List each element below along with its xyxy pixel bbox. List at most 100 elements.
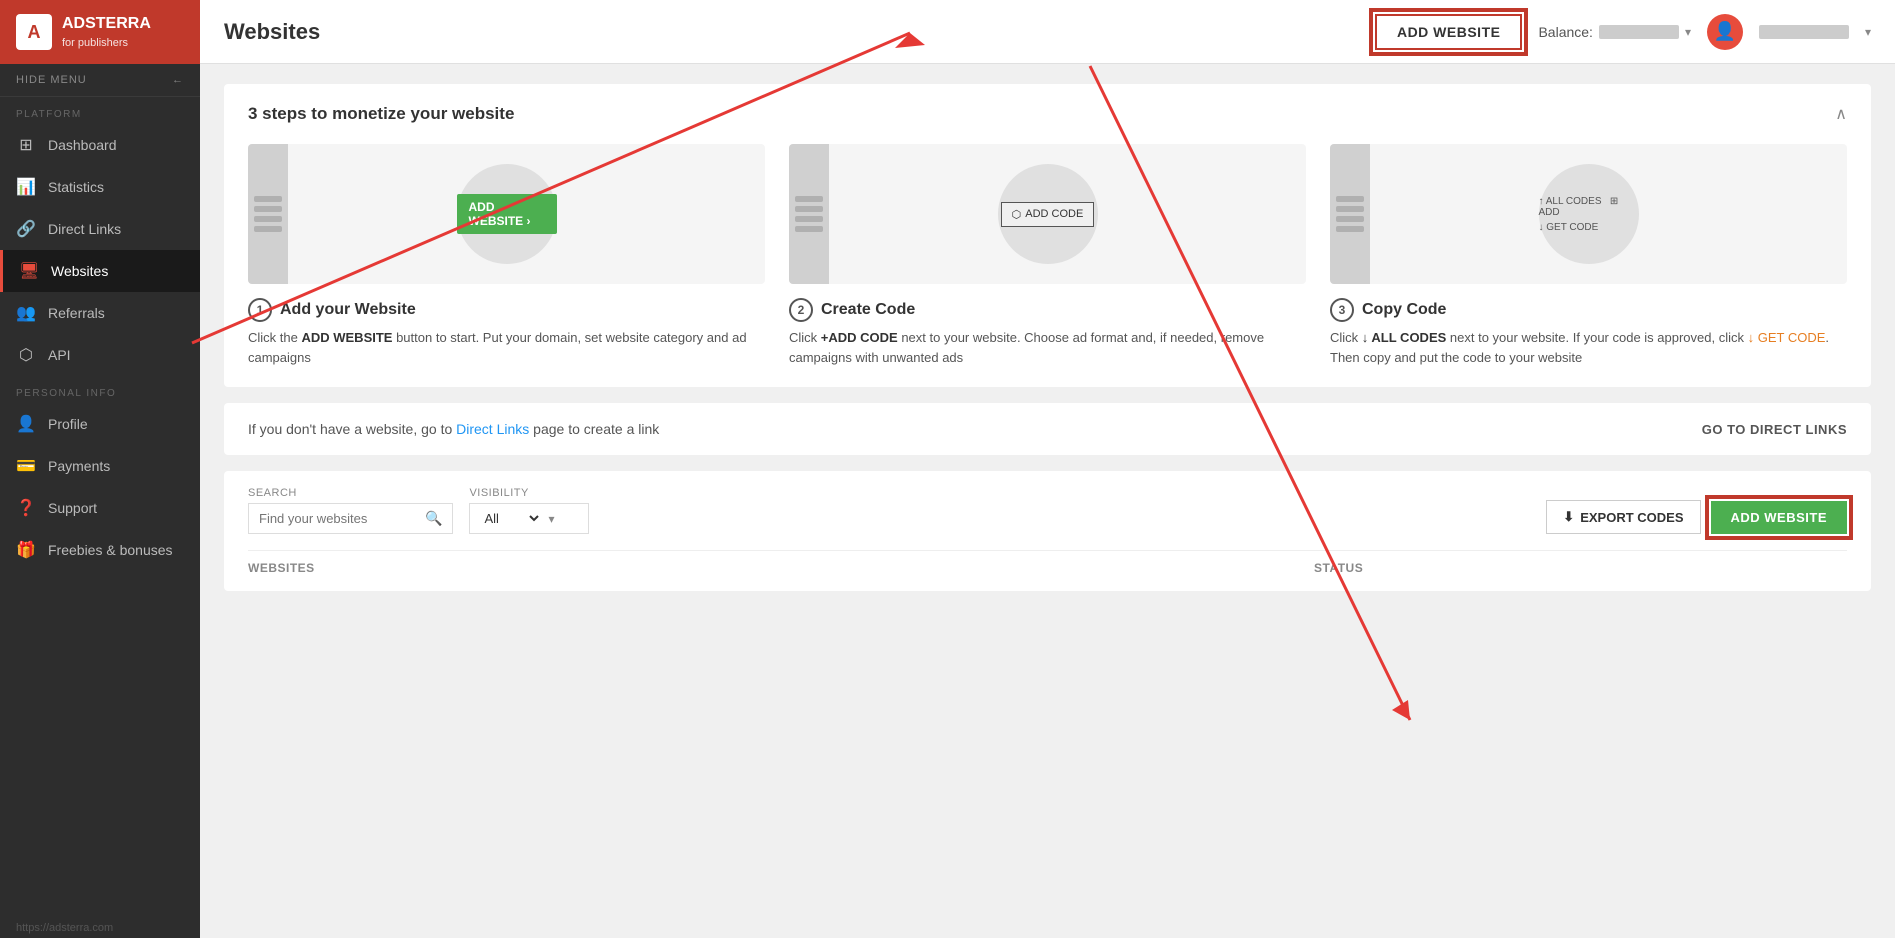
sidebar-item-label: Websites [51, 263, 108, 279]
sidebar: A ADSTERRA for publishers HIDE MENU ← PL… [0, 0, 200, 938]
header: Websites ADD WEBSITE Balance: ▾ 👤 ▾ [200, 0, 1895, 64]
platform-section-label: PLATFORM [0, 97, 200, 124]
collapse-icon[interactable]: ∧ [1835, 104, 1847, 124]
freebies-icon: 🎁 [16, 540, 36, 560]
sidebar-item-label: Direct Links [48, 221, 121, 237]
step-1-name: Add your Website [280, 301, 416, 319]
step-3-bg [1330, 144, 1370, 284]
step-1-number-row: 1 Add your Website [248, 298, 416, 322]
sidebar-item-referrals[interactable]: 👥 Referrals [0, 292, 200, 334]
table-header-row: Websites Status [248, 550, 1847, 575]
filter-actions: ⬇ EXPORT CODES ADD WEBSITE [1546, 500, 1847, 534]
step-2: ⬡ ADD CODE 2 Create Code Click +ADD CODE… [789, 144, 1306, 367]
search-icon: 🔍 [425, 510, 442, 527]
sidebar-item-profile[interactable]: 👤 Profile [0, 403, 200, 445]
col-websites-header: Websites [248, 561, 1314, 575]
step-3-illustration: ↑ ALL CODES ⊞ ADD ↓ GET CODE [1330, 144, 1847, 284]
visibility-dropdown-icon: ▾ [548, 512, 554, 526]
step-2-add-code-btn: ⬡ ADD CODE [1001, 202, 1095, 227]
notice-text: If you don't have a website, go to Direc… [248, 421, 659, 437]
referrals-icon: 👥 [16, 303, 36, 323]
sidebar-item-support[interactable]: ❓ Support [0, 487, 200, 529]
step-3-copy-btns: ↑ ALL CODES ⊞ ADD ↓ GET CODE [1539, 196, 1639, 233]
sidebar-item-payments[interactable]: 💳 Payments [0, 445, 200, 487]
step-1-circle: ADD WEBSITE › [457, 164, 557, 264]
steps-card-header: 3 steps to monetize your website ∧ [248, 104, 1847, 124]
steps-card-title: 3 steps to monetize your website [248, 104, 514, 124]
step-1-illustration: ADD WEBSITE › [248, 144, 765, 284]
balance-bar [1599, 25, 1679, 39]
main-area: Websites ADD WEBSITE Balance: ▾ 👤 ▾ 3 st… [200, 0, 1895, 938]
visibility-select[interactable]: All Visible Hidden [480, 510, 542, 527]
visibility-select-wrap: All Visible Hidden ▾ [469, 503, 589, 534]
visibility-group: Visibility All Visible Hidden ▾ [469, 487, 589, 534]
user-dropdown-icon[interactable]: ▾ [1865, 25, 1871, 39]
search-input-wrap: 🔍 [248, 503, 453, 534]
step-3-number: 3 [1330, 298, 1354, 322]
sidebar-item-websites[interactable]: 🖥 Websites [0, 250, 200, 292]
sidebar-item-label: API [48, 347, 71, 363]
page-title: Websites [224, 19, 320, 45]
step-3-desc: Click ↓ ALL CODES next to your website. … [1330, 328, 1847, 367]
api-icon: ⬡ [16, 345, 36, 365]
logo-icon: A [16, 14, 52, 50]
payments-icon: 💳 [16, 456, 36, 476]
direct-links-icon: 🔗 [16, 219, 36, 239]
hide-menu-label: HIDE MENU [16, 74, 87, 86]
search-input[interactable] [259, 511, 419, 526]
sidebar-item-label: Freebies & bonuses [48, 542, 173, 558]
export-icon: ⬇ [1563, 509, 1574, 525]
sidebar-bottom-url: https://adsterra.com [0, 914, 200, 938]
step-2-circle: ⬡ ADD CODE [998, 164, 1098, 264]
search-group: Search 🔍 [248, 487, 453, 534]
sidebar-item-direct-links[interactable]: 🔗 Direct Links [0, 208, 200, 250]
balance-label: Balance: [1538, 24, 1592, 40]
step-1: ADD WEBSITE › 1 Add your Website Click t… [248, 144, 765, 367]
col-status-header: Status [1314, 561, 1847, 575]
add-website-header-button[interactable]: ADD WEBSITE [1375, 14, 1523, 50]
steps-card: 3 steps to monetize your website ∧ [224, 84, 1871, 387]
hide-menu-row[interactable]: HIDE MENU ← [0, 64, 200, 97]
export-codes-button[interactable]: ⬇ EXPORT CODES [1546, 500, 1700, 534]
filter-row: Search 🔍 Visibility All Visible Hidden [248, 487, 1847, 534]
sidebar-item-api[interactable]: ⬡ API [0, 334, 200, 376]
step-3: ↑ ALL CODES ⊞ ADD ↓ GET CODE 3 Copy Code… [1330, 144, 1847, 367]
filter-card: Search 🔍 Visibility All Visible Hidden [224, 471, 1871, 591]
step-1-number: 1 [248, 298, 272, 322]
sidebar-item-label: Dashboard [48, 137, 117, 153]
step-1-desc: Click the ADD WEBSITE button to start. P… [248, 328, 765, 367]
page-content: 3 steps to monetize your website ∧ [200, 64, 1895, 938]
profile-icon: 👤 [16, 414, 36, 434]
step-2-name: Create Code [821, 301, 915, 319]
balance-dropdown-icon[interactable]: ▾ [1685, 25, 1691, 39]
sidebar-item-label: Profile [48, 416, 88, 432]
steps-grid: ADD WEBSITE › 1 Add your Website Click t… [248, 144, 1847, 367]
step-1-add-btn: ADD WEBSITE › [457, 194, 557, 234]
hide-menu-icon[interactable]: ← [172, 74, 184, 86]
step-3-get-code: ↓ GET CODE [1539, 222, 1639, 233]
sidebar-item-statistics[interactable]: 📊 Statistics [0, 166, 200, 208]
add-website-bottom-button[interactable]: ADD WEBSITE [1711, 501, 1848, 534]
step-3-all-codes: ↑ ALL CODES ⊞ ADD [1539, 196, 1639, 218]
avatar: 👤 [1707, 14, 1743, 50]
direct-links-link[interactable]: Direct Links [456, 421, 529, 437]
step-3-number-row: 3 Copy Code [1330, 298, 1446, 322]
search-label: Search [248, 487, 453, 499]
step-2-number: 2 [789, 298, 813, 322]
sidebar-item-label: Payments [48, 458, 110, 474]
dashboard-icon: ⊞ [16, 135, 36, 155]
step-1-bg [248, 144, 288, 284]
sidebar-item-dashboard[interactable]: ⊞ Dashboard [0, 124, 200, 166]
personal-info-label: PERSONAL INFO [0, 376, 200, 403]
go-to-direct-links-button[interactable]: GO TO DIRECT LINKS [1702, 422, 1847, 437]
step-2-illustration: ⬡ ADD CODE [789, 144, 1306, 284]
support-icon: ❓ [16, 498, 36, 518]
notice-card: If you don't have a website, go to Direc… [224, 403, 1871, 455]
sidebar-item-freebies[interactable]: 🎁 Freebies & bonuses [0, 529, 200, 571]
statistics-icon: 📊 [16, 177, 36, 197]
header-right: ADD WEBSITE Balance: ▾ 👤 ▾ [1375, 14, 1871, 50]
sidebar-logo: A ADSTERRA for publishers [0, 0, 200, 64]
logo-text: ADSTERRA for publishers [62, 14, 151, 50]
visibility-label: Visibility [469, 487, 589, 499]
step-2-bg [789, 144, 829, 284]
